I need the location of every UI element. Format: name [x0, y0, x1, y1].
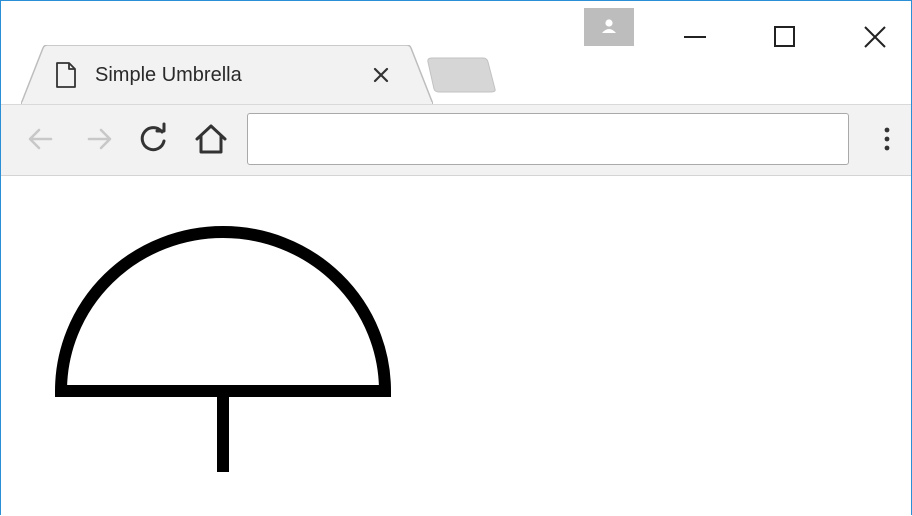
back-button[interactable]: [21, 119, 61, 159]
person-icon: [602, 19, 616, 33]
arrow-right-icon: [87, 128, 112, 150]
tab-simple-umbrella[interactable]: Simple Umbrella: [21, 45, 433, 104]
title-bar: Simple Umbrella: [1, 1, 911, 104]
page-content: [1, 176, 911, 515]
home-icon: [195, 124, 227, 154]
maximize-button[interactable]: [763, 15, 807, 59]
new-tab-button[interactable]: [425, 57, 497, 93]
more-vert-icon: [884, 127, 890, 151]
window-close-button[interactable]: [853, 15, 897, 59]
umbrella-canopy: [54, 226, 392, 397]
reload-button[interactable]: [134, 119, 174, 159]
minimize-icon: [684, 36, 706, 38]
profile-button[interactable]: [584, 8, 634, 46]
umbrella-drawing: [54, 226, 392, 472]
arrow-left-icon: [28, 128, 53, 150]
toolbar: [1, 104, 911, 176]
reload-icon: [140, 122, 166, 152]
menu-button[interactable]: [867, 119, 907, 159]
tab-title: Simple Umbrella: [95, 64, 242, 86]
browser-window: Simple Umbrella: [0, 0, 912, 515]
minimize-button[interactable]: [673, 15, 717, 59]
home-button[interactable]: [191, 119, 231, 159]
close-icon[interactable]: [369, 63, 393, 87]
address-bar[interactable]: [247, 113, 849, 165]
close-icon: [864, 26, 886, 48]
maximize-icon: [774, 26, 795, 47]
forward-button[interactable]: [79, 119, 119, 159]
page-icon: [55, 62, 77, 88]
